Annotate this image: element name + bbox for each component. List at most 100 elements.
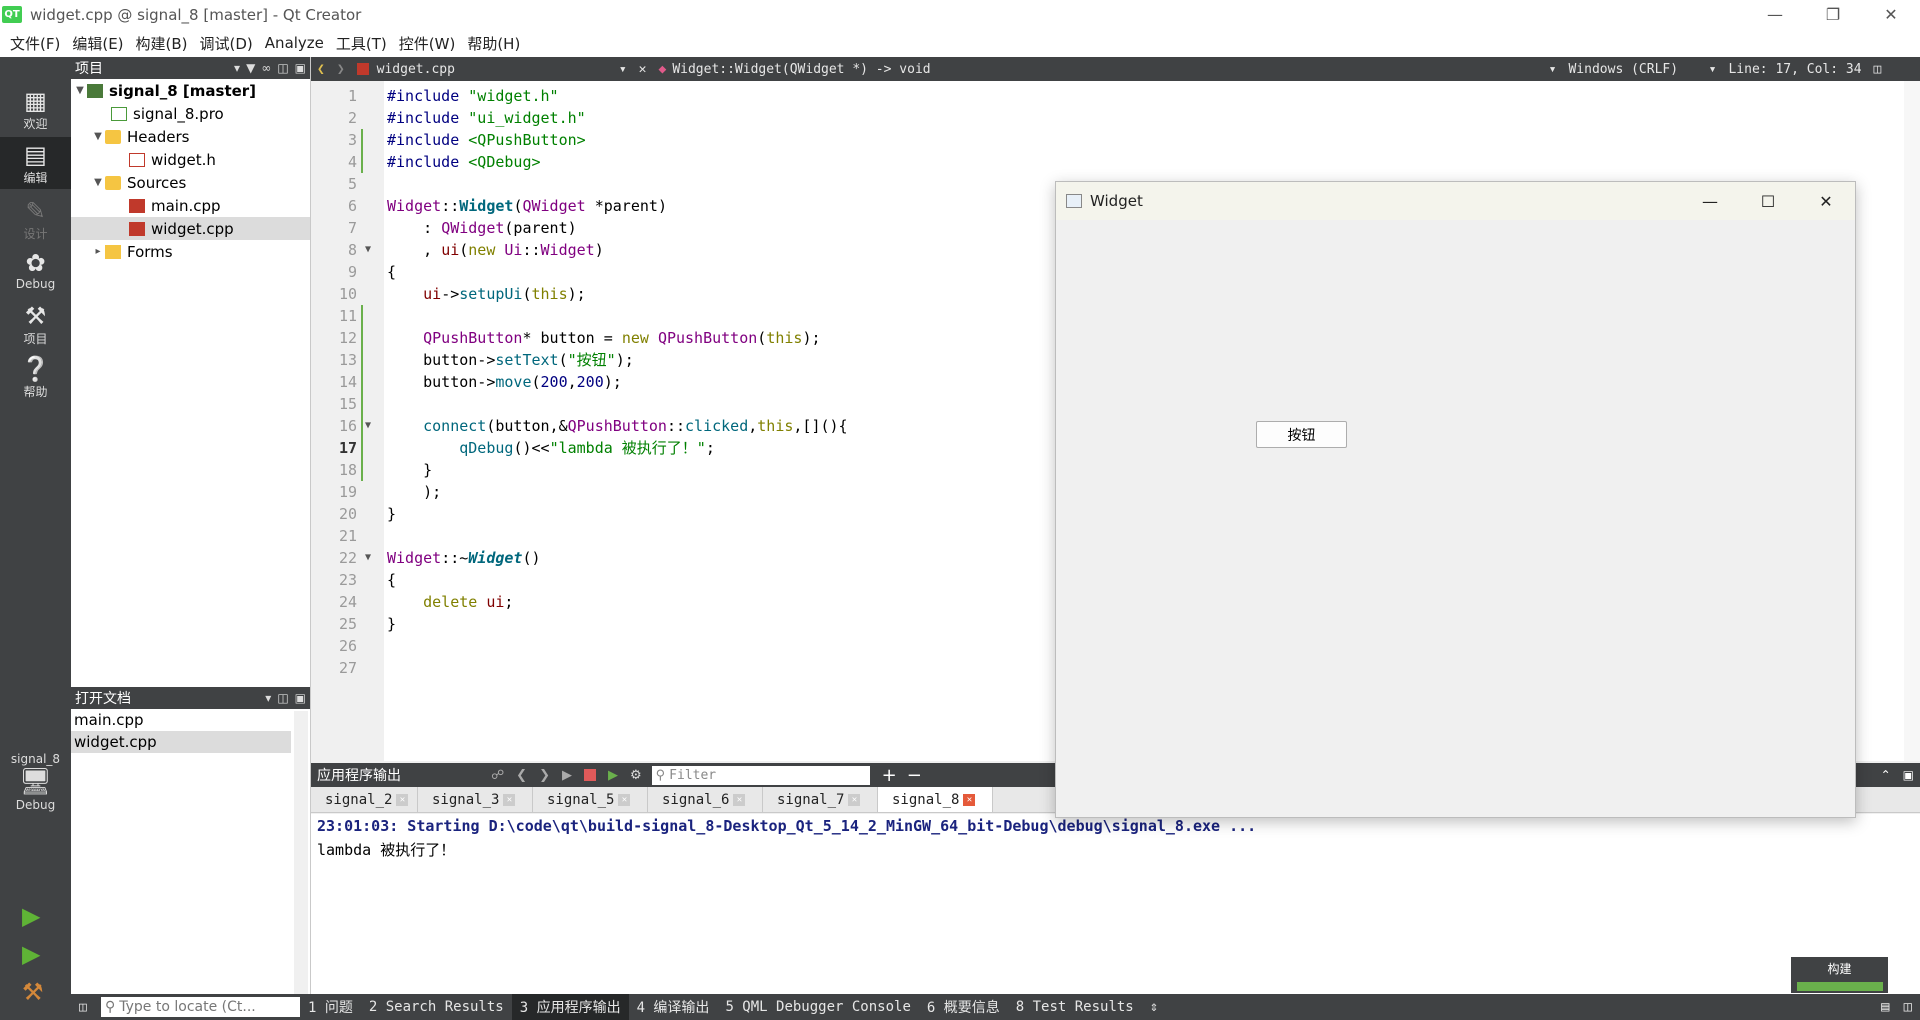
file-selector[interactable]: widget.cpp ▾ [351, 57, 633, 81]
open-doc-main-cpp[interactable]: main.cpp [71, 709, 291, 731]
fold-icon[interactable]: ▼ [365, 415, 371, 437]
link-icon[interactable]: ∞ [261, 61, 271, 75]
tree-item-project[interactable]: ▼ signal_8 [master] [71, 79, 310, 102]
push-button[interactable]: 按钮 [1256, 421, 1347, 448]
fold-icon[interactable]: ▼ [365, 239, 371, 261]
pane-search-results[interactable]: 2 Search Results [361, 999, 512, 1015]
menu-widgets[interactable]: 控件(W) [393, 33, 462, 54]
menu-debug[interactable]: 调试(D) [194, 33, 259, 54]
rerun-icon[interactable]: ▶ [562, 768, 572, 783]
pane-test-results[interactable]: 8 Test Results [1008, 999, 1142, 1015]
kit-selector[interactable]: signal_8 🖥 Debug [0, 752, 71, 812]
output-filter-input[interactable]: ⚲ Filter [651, 765, 870, 785]
dropdown-icon[interactable]: ▾ [234, 61, 240, 75]
widget-maximize-button[interactable]: ☐ [1739, 182, 1797, 220]
tree-item-sources[interactable]: ▼ Sources [71, 171, 310, 194]
close-pane-icon[interactable]: ▣ [295, 61, 306, 75]
fold-icon[interactable]: ▼ [365, 547, 371, 569]
menu-tools[interactable]: 工具(T) [330, 33, 393, 54]
previous-icon[interactable]: ❮ [516, 768, 527, 783]
menu-build[interactable]: 构建(B) [130, 33, 194, 54]
locator-input[interactable]: ⚲ Type to locate (Ct... [101, 997, 300, 1017]
back-icon[interactable]: ❮ [311, 57, 331, 81]
project-pane-title[interactable]: 项目 [75, 58, 103, 78]
tab-signal-2[interactable]: signal_2 ✕ [311, 787, 418, 812]
toggle-sidebar-icon[interactable]: ◫ [79, 1000, 87, 1015]
editor-scrollbar[interactable] [1904, 81, 1920, 761]
pane-general-messages[interactable]: 6 概要信息 [919, 997, 1008, 1017]
run-icon[interactable]: ▶ [22, 902, 40, 930]
close-tab-icon[interactable]: ✕ [848, 793, 861, 806]
mode-design[interactable]: ✎ 设计 [0, 197, 71, 242]
close-pane-icon[interactable]: ▣ [295, 691, 306, 705]
debug-run-icon[interactable]: ▶ [22, 940, 40, 968]
tab-signal-3[interactable]: signal_3 ✕ [418, 787, 533, 812]
tab-signal-6[interactable]: signal_6 ✕ [648, 787, 763, 812]
zoom-in-icon[interactable]: + [882, 765, 897, 786]
tree-item-widget-cpp[interactable]: widget.cpp [71, 217, 310, 240]
cursor-position[interactable]: Line: 17, Col: 34 [1722, 57, 1867, 81]
zoom-out-icon[interactable]: − [907, 765, 922, 786]
open-documents-title[interactable]: 打开文档 [75, 688, 131, 708]
tree-item-headers[interactable]: ▼ Headers [71, 125, 310, 148]
filter-icon[interactable]: ▼ [246, 61, 255, 75]
menu-help[interactable]: 帮助(H) [461, 33, 526, 54]
build-progress[interactable]: 构建 [1791, 957, 1888, 993]
tab-signal-5[interactable]: signal_5 ✕ [533, 787, 648, 812]
application-output[interactable]: 23:01:03: Starting D:\code\qt\build-sign… [311, 814, 1920, 994]
widget-title-bar[interactable]: Widget — ☐ ✕ [1056, 182, 1855, 220]
menu-edit[interactable]: 编辑(E) [66, 33, 129, 54]
close-tab-icon[interactable]: ✕ [733, 793, 746, 806]
close-tab-icon[interactable]: ✕ [503, 793, 516, 806]
pane-issues[interactable]: 1 问题 [300, 997, 361, 1017]
pane-compile-output[interactable]: 4 编译输出 [629, 997, 718, 1017]
tree-item-pro[interactable]: signal_8.pro [71, 102, 310, 125]
close-pane-icon[interactable]: ▣ [1903, 768, 1914, 782]
symbol-selector[interactable]: ◆ Widget::Widget(QWidget *) -> void ▾ [652, 57, 1562, 81]
restore-button[interactable]: ❐ [1804, 0, 1862, 29]
minimize-button[interactable]: — [1746, 0, 1804, 29]
pane-qml-debugger[interactable]: 5 QML Debugger Console [717, 999, 918, 1015]
mode-edit[interactable]: ▤ 编辑 [0, 137, 71, 189]
chevron-down-icon[interactable]: ▼ [91, 177, 105, 188]
split-icon[interactable]: ◫ [277, 691, 288, 705]
widget-close-button[interactable]: ✕ [1797, 182, 1855, 220]
line-endings-selector[interactable]: Windows (CRLF) ▾ [1562, 57, 1722, 81]
split-icon[interactable]: ◫ [1868, 57, 1888, 81]
clear-output-icon[interactable]: ☍ [491, 768, 504, 783]
forward-icon[interactable]: ❯ [331, 57, 351, 81]
maximize-pane-icon[interactable]: ⌃ [1881, 768, 1891, 782]
mode-projects[interactable]: ⚒ 项目 [0, 302, 71, 347]
close-button[interactable]: ✕ [1862, 0, 1920, 29]
menu-file[interactable]: 文件(F) [4, 33, 66, 54]
close-file-icon[interactable]: ✕ [633, 57, 653, 81]
dropdown-icon[interactable]: ▾ [265, 691, 271, 705]
close-tab-icon[interactable]: ✕ [963, 793, 976, 806]
split-icon[interactable]: ◫ [277, 61, 288, 75]
tree-item-widget-h[interactable]: widget.h [71, 148, 310, 171]
close-tab-icon[interactable]: ✕ [396, 793, 409, 806]
tree-item-forms[interactable]: ▸ Forms [71, 240, 310, 263]
widget-minimize-button[interactable]: — [1681, 182, 1739, 220]
chevron-down-icon[interactable]: ▼ [73, 85, 87, 96]
settings-icon[interactable]: ⚙ [630, 768, 642, 783]
menu-analyze[interactable]: Analyze [259, 34, 330, 52]
tree-item-main-cpp[interactable]: main.cpp [71, 194, 310, 217]
next-icon[interactable]: ❯ [539, 768, 550, 783]
tab-signal-7[interactable]: signal_7 ✕ [763, 787, 878, 812]
open-doc-widget-cpp[interactable]: widget.cpp [71, 731, 291, 753]
attach-debugger-icon[interactable]: ▶ [608, 768, 618, 783]
mode-welcome[interactable]: ▦ 欢迎 [0, 87, 71, 132]
close-tab-icon[interactable]: ✕ [618, 793, 631, 806]
open-docs-scrollbar[interactable] [294, 711, 308, 998]
mode-help[interactable]: ❔ 帮助 [0, 355, 71, 400]
mode-debug[interactable]: ✿ Debug [0, 249, 71, 291]
toggle-output-icon[interactable]: ◫ [1904, 999, 1912, 1015]
tab-signal-8[interactable]: signal_8 ✕ [878, 787, 993, 812]
progress-details-icon[interactable]: ▤ [1881, 999, 1889, 1015]
chevron-down-icon[interactable]: ▼ [91, 131, 105, 142]
chevron-right-icon[interactable]: ▸ [91, 246, 105, 257]
stop-icon[interactable] [583, 769, 596, 781]
pane-application-output[interactable]: 3 应用程序输出 [511, 994, 629, 1020]
build-hammer-icon[interactable]: ⚒ [22, 978, 44, 1006]
